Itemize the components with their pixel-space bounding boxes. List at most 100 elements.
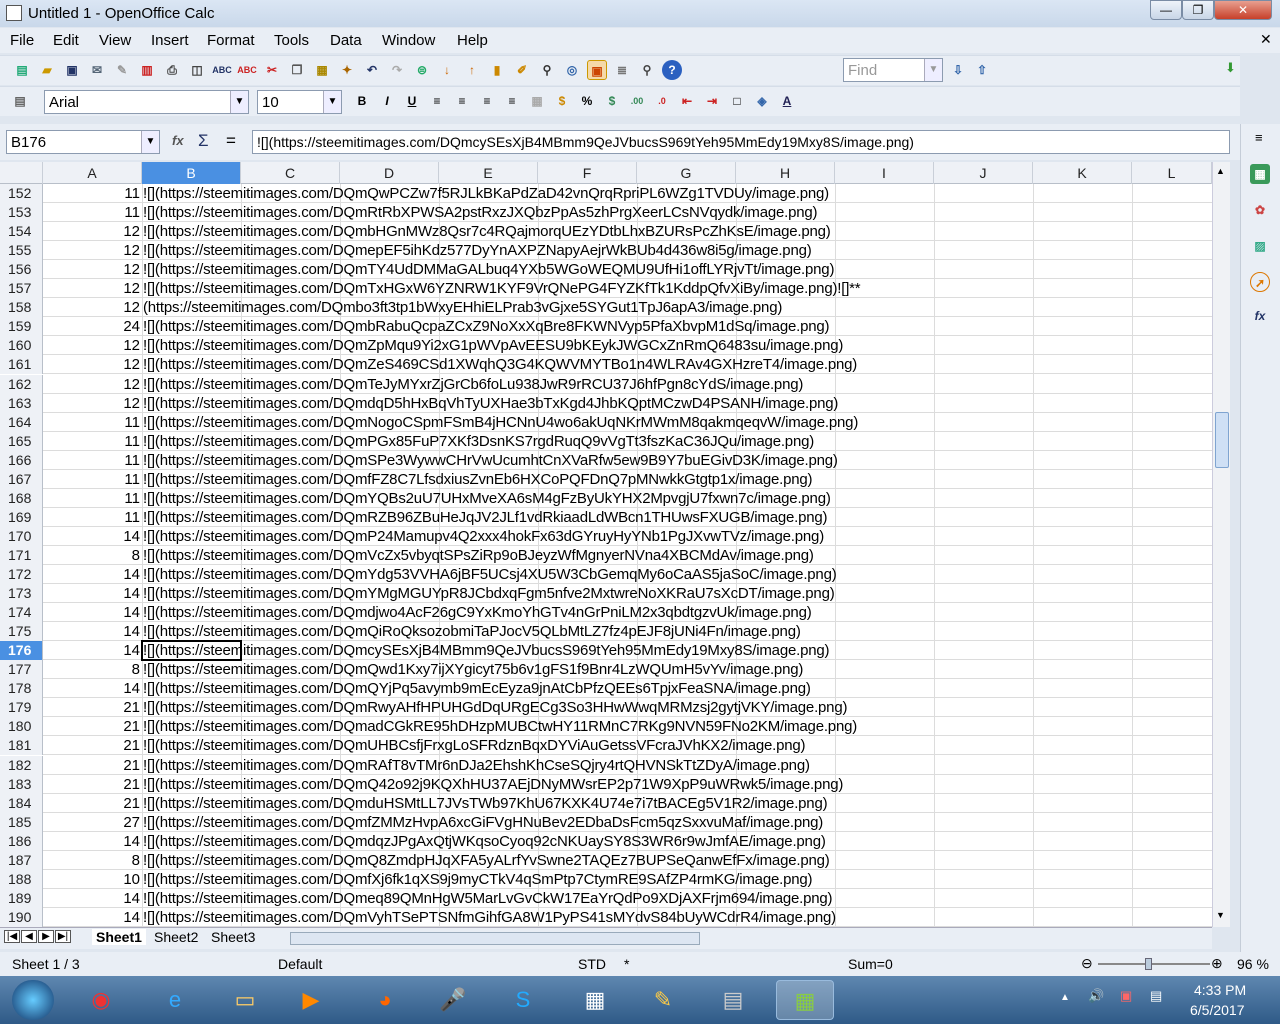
currency-icon[interactable]: $ — [552, 91, 572, 111]
column-header-a[interactable]: A — [43, 162, 142, 184]
cell-a[interactable]: 21 — [43, 717, 142, 736]
firefox-icon[interactable]: ◕ — [356, 980, 414, 1020]
row-header[interactable]: 170 — [0, 526, 43, 546]
function-icon[interactable]: = — [226, 131, 236, 151]
align-left-icon[interactable]: ≡ — [427, 91, 447, 111]
help-icon[interactable]: ? — [662, 60, 682, 80]
cell-a[interactable]: 14 — [43, 565, 142, 584]
clock-date[interactable]: 6/5/2017 — [1190, 1002, 1245, 1018]
cell-a[interactable]: 12 — [43, 355, 142, 374]
export-pdf-icon[interactable]: ▥ — [137, 60, 157, 80]
underline-icon[interactable]: U — [402, 91, 422, 111]
cut-icon[interactable]: ✂ — [262, 60, 282, 80]
column-header-i[interactable]: I — [835, 162, 934, 184]
cell-b[interactable]: ![](https://steemitimages.com/DQmRAfT8vT… — [143, 756, 810, 775]
zoom-out-icon[interactable]: ⊖ — [1081, 955, 1093, 972]
cell-b[interactable]: ![](https://steemitimages.com/DQmQiRoQks… — [143, 622, 801, 641]
tab-sheet2[interactable]: Sheet2 — [152, 929, 200, 945]
cell-b[interactable]: ![](https://steemitimages.com/DQmdjwo4Ac… — [143, 603, 812, 622]
name-box-dropdown[interactable]: ▼ — [141, 131, 159, 153]
sort-descending-icon[interactable]: ↑ — [462, 60, 482, 80]
cell-b[interactable]: ![](https://steemitimages.com/DQmRZB96ZB… — [143, 508, 828, 527]
new-icon[interactable]: ▤ — [12, 60, 32, 80]
cell-a[interactable]: 21 — [43, 698, 142, 717]
spreadsheet-grid[interactable]: 152 11 ![](https://steemitimages.com/DQmQw… — [0, 184, 1212, 927]
menu-file[interactable]: File — [10, 32, 34, 49]
menu-format[interactable]: Format — [207, 32, 255, 49]
find-dropdown-arrow[interactable]: ▼ — [924, 59, 942, 81]
styles-formatting-icon[interactable]: ✿ — [1250, 200, 1270, 220]
cell-a[interactable]: 11 — [43, 508, 142, 527]
cell-a[interactable]: 21 — [43, 775, 142, 794]
cell-b[interactable]: ![](https://steemitimages.com/DQmRtRbXPW… — [143, 203, 818, 222]
cell-a[interactable]: 14 — [43, 641, 142, 660]
functions-icon[interactable]: fx — [1250, 306, 1270, 326]
cell-b[interactable]: ![](https://steemitimages.com/DQmeq89QMn… — [143, 889, 833, 908]
gallery-sidebar-icon[interactable]: ▨ — [1250, 236, 1270, 256]
paint-icon[interactable]: ✎ — [634, 980, 692, 1020]
font-size-box[interactable]: 10 ▼ — [257, 90, 342, 114]
zoom-slider[interactable] — [1098, 963, 1210, 965]
sort-ascending-icon[interactable]: ↓ — [437, 60, 457, 80]
cell-a[interactable]: 11 — [43, 413, 142, 432]
cell-b[interactable]: ![](https://steemitimages.com/DQmfZMMzHv… — [143, 813, 823, 832]
scroll-down-arrow[interactable]: ▼ — [1216, 910, 1225, 920]
column-header-c[interactable]: C — [241, 162, 340, 184]
cell-b[interactable]: ![](https://steemitimages.com/DQmVcZx5vb… — [143, 546, 814, 565]
last-sheet-button[interactable]: ▶| — [55, 930, 71, 943]
cell-b[interactable]: ![](https://steemitimages.com/DQmYdg53VV… — [143, 565, 837, 584]
row-header[interactable]: 169 — [0, 507, 43, 527]
row-header[interactable]: 164 — [0, 412, 43, 432]
cell-a[interactable]: 27 — [43, 813, 142, 832]
paste-icon[interactable]: ▦ — [312, 60, 332, 80]
menu-data[interactable]: Data — [330, 32, 362, 49]
cell-b[interactable]: ![](https://steemitimages.com/DQmdqD5hHx… — [143, 394, 838, 413]
name-box[interactable]: B176 ▼ — [6, 130, 160, 154]
row-header[interactable]: 157 — [0, 279, 43, 299]
row-header[interactable]: 156 — [0, 260, 43, 280]
font-size-dropdown[interactable]: ▼ — [323, 91, 341, 113]
cell-b[interactable]: ![](https://steemitimages.com/DQmZeS469C… — [143, 355, 857, 374]
volume-icon[interactable]: 🔊 — [1088, 988, 1104, 1004]
row-header[interactable]: 189 — [0, 888, 43, 908]
column-header-f[interactable]: F — [538, 162, 637, 184]
copy-icon[interactable]: ❐ — [287, 60, 307, 80]
restore-button[interactable]: ❐ — [1182, 0, 1214, 20]
font-name-box[interactable]: Arial ▼ — [44, 90, 249, 114]
cell-a[interactable]: 11 — [43, 203, 142, 222]
cell-b[interactable]: ![](https://steemitimages.com/DQmQYjPq5a… — [143, 679, 811, 698]
find-replace-icon[interactable]: ⚲ — [537, 60, 557, 80]
row-header[interactable]: 162 — [0, 374, 43, 394]
cell-a[interactable]: 12 — [43, 298, 142, 317]
cell-b[interactable]: ![](https://steemitimages.com/DQmduHSMtL… — [143, 794, 828, 813]
microphone-icon[interactable]: 🎤 — [424, 980, 482, 1020]
network-icon[interactable]: ▤ — [1150, 988, 1162, 1004]
row-header[interactable]: 167 — [0, 469, 43, 489]
scroll-thumb[interactable] — [1215, 412, 1229, 468]
file-explorer-icon[interactable]: ▭ — [216, 980, 274, 1020]
column-header-g[interactable]: G — [637, 162, 736, 184]
formula-input[interactable]: ![](https://steemitimages.com/DQmcySEsXj… — [252, 130, 1230, 154]
select-all-corner[interactable] — [0, 162, 43, 184]
cell-a[interactable]: 11 — [43, 451, 142, 470]
percent-icon[interactable]: % — [577, 91, 597, 111]
cell-a[interactable]: 21 — [43, 736, 142, 755]
calc-taskbar-icon[interactable]: ▦ — [776, 980, 834, 1020]
first-sheet-button[interactable]: |◀ — [4, 930, 20, 943]
find-previous-icon[interactable]: ⇧ — [972, 60, 992, 80]
row-header[interactable]: 187 — [0, 850, 43, 870]
prev-sheet-button[interactable]: ◀ — [21, 930, 37, 943]
cell-b[interactable]: ![](https://steemitimages.com/DQmbHGnMWz… — [143, 222, 831, 241]
chart-icon[interactable]: ▮ — [487, 60, 507, 80]
cell-b[interactable]: ![](https://steemitimages.com/DQmRwyAHfH… — [143, 698, 847, 717]
tab-sheet3[interactable]: Sheet3 — [209, 929, 257, 945]
internet-explorer-icon[interactable]: e — [146, 980, 204, 1020]
bold-icon[interactable]: B — [352, 91, 372, 111]
align-center-icon[interactable]: ≡ — [452, 91, 472, 111]
network-alert-icon[interactable]: ▣ — [1120, 988, 1132, 1004]
row-header[interactable]: 168 — [0, 488, 43, 508]
cell-a[interactable]: 11 — [43, 470, 142, 489]
column-header-l[interactable]: L — [1132, 162, 1212, 184]
next-sheet-button[interactable]: ▶ — [38, 930, 54, 943]
row-header[interactable]: 181 — [0, 736, 43, 756]
